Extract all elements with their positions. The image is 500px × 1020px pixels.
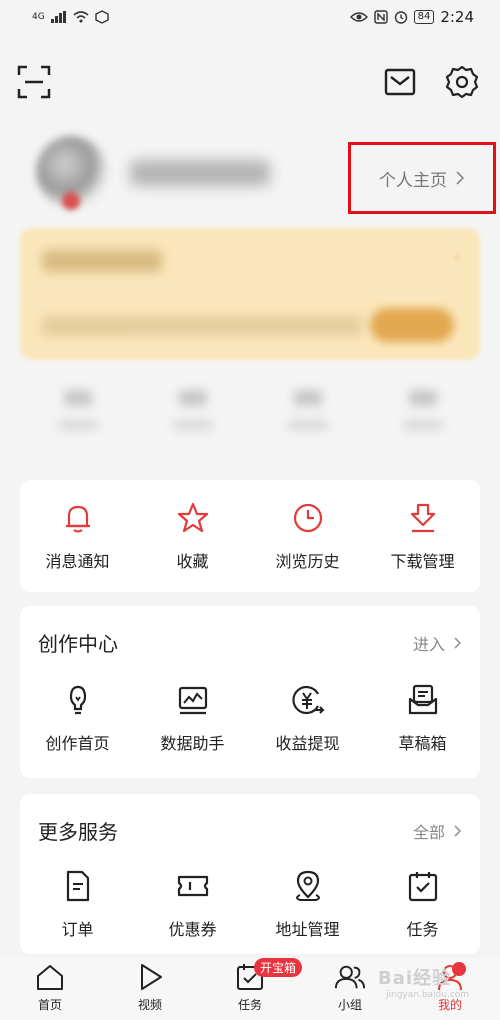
treasure-box-badge[interactable]: 开宝箱 [254,958,303,977]
gear-icon[interactable] [442,62,482,102]
cell-label: 收益提现 [275,734,340,753]
group-icon [334,962,366,992]
stat-value-blurred [293,390,322,406]
nav-label: 视频 [137,998,162,1012]
cell-label: 订单 [61,920,94,939]
section-title: 创作中心 [38,632,118,656]
play-icon [134,962,166,992]
all-label: 全部 [412,822,445,842]
bell-icon [60,500,96,536]
nav-label: 首页 [37,998,62,1012]
personal-homepage-link[interactable]: 个人主页 [348,142,496,214]
location-icon [290,868,326,904]
signal-icon [50,11,66,23]
history-button[interactable]: 浏览历史 [250,500,365,572]
creation-center-card: 创作中心 进入 创作首页 数据助手 收益提现 草稿箱 [20,606,480,778]
stat-label-blurred [287,420,328,430]
cell-label: 数据助手 [160,734,225,753]
address-management-button[interactable]: 地址管理 [250,868,365,940]
stat-item[interactable] [135,390,250,450]
mail-icon[interactable] [380,62,420,102]
notifications-button[interactable]: 消息通知 [20,500,135,572]
stat-item[interactable] [365,390,480,450]
battery-indicator: 84 [413,10,435,24]
clock-time: 2:24 [440,8,474,26]
cell-label: 优惠券 [168,920,217,939]
chevron-right-icon [456,171,465,185]
avatar-badge [62,192,80,210]
home-icon [34,962,66,992]
star-icon [175,500,211,536]
downloads-button[interactable]: 下载管理 [365,500,480,572]
cell-label: 下载管理 [390,552,455,571]
profile-header: 个人主页 [0,130,500,220]
cell-label: 任务 [406,920,439,939]
draft-icon [405,682,441,718]
vip-action-button[interactable] [370,308,454,342]
nfc-icon [373,10,388,24]
chevron-right-icon: › [454,250,460,266]
task-icon [405,868,441,904]
cell-label: 浏览历史 [275,552,340,571]
status-bar: 4G 84 2:24 [0,0,500,34]
creation-home-button[interactable]: 创作首页 [20,682,135,754]
nav-home[interactable]: 首页 [0,958,100,1020]
hexagon-icon [95,10,109,24]
stat-value-blurred [408,390,437,406]
chevron-right-icon [454,824,462,837]
quick-actions-card: 消息通知 收藏 浏览历史 下载管理 [20,480,480,592]
network-label: 4G [32,12,45,22]
watermark-logo: Bai经验 [378,968,452,989]
vip-title-blurred [42,250,162,272]
nav-label: 任务 [237,998,262,1012]
data-assistant-button[interactable]: 数据助手 [135,682,250,754]
username-blurred [130,160,270,186]
alarm-icon [394,11,407,24]
scan-icon[interactable] [14,62,54,102]
favorites-button[interactable]: 收藏 [135,500,250,572]
wifi-icon [73,11,89,23]
vip-banner[interactable]: › [20,228,480,360]
coupon-icon [175,868,211,904]
homepage-label: 个人主页 [379,170,447,191]
stat-value-blurred [178,390,207,406]
chart-icon [175,682,211,718]
stats-row [20,390,480,450]
cell-label: 创作首页 [45,734,110,753]
vip-desc-blurred [42,316,362,336]
orders-button[interactable]: 订单 [20,868,135,940]
drafts-button[interactable]: 草稿箱 [365,682,480,754]
stat-value-blurred [63,390,92,406]
stat-item[interactable] [20,390,135,450]
stat-item[interactable] [250,390,365,450]
clock-icon [290,500,326,536]
cell-label: 草稿箱 [398,734,447,753]
tasks-button[interactable]: 任务 [365,868,480,940]
stat-label-blurred [402,420,443,430]
nav-task[interactable]: 任务 开宝箱 [200,958,303,1020]
coupons-button[interactable]: 优惠券 [135,868,250,940]
watermark-url: jingyan.baidu.com [386,990,470,1000]
download-icon [405,500,441,536]
cell-label: 收藏 [176,552,209,571]
top-toolbar [0,62,500,106]
nav-video[interactable]: 视频 [100,958,200,1020]
more-services-card: 更多服务 全部 订单 优惠券 地址管理 任务 [20,794,480,954]
yuan-icon [290,682,326,718]
earnings-withdraw-button[interactable]: 收益提现 [250,682,365,754]
enter-label: 进入 [412,634,445,654]
stat-label-blurred [57,420,98,430]
chevron-right-icon [454,636,462,649]
eye-icon [349,12,368,22]
cell-label: 消息通知 [45,552,110,571]
all-link[interactable]: 全部 [413,819,462,843]
bulb-icon [60,682,96,718]
section-title: 更多服务 [38,820,118,844]
stat-label-blurred [172,420,213,430]
nav-label: 小组 [337,998,362,1012]
notification-dot [452,962,466,976]
order-icon [60,868,96,904]
enter-link[interactable]: 进入 [413,631,462,655]
cell-label: 地址管理 [275,920,340,939]
